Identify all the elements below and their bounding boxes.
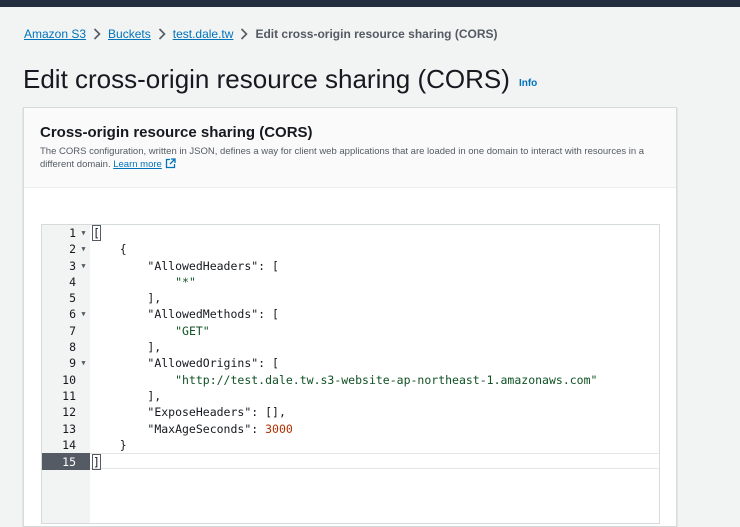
line-number: 5 [69,291,76,306]
code-text: "GET" [92,323,210,339]
code-text: "AllowedOrigins": [ [92,355,279,371]
code-line[interactable]: 1 ▼[ [42,225,659,241]
code-token: : [ [258,356,279,371]
code-line[interactable]: 8 ], [42,339,659,355]
code-token: ], [92,291,162,306]
page-header: Edit cross-origin resource sharing (CORS… [23,62,537,96]
breadcrumb-bucket-name[interactable]: test.dale.tw [173,27,234,41]
code-text: } [92,437,127,453]
code-text: ], [92,290,161,306]
code-token: ], [92,388,162,403]
fold-toggle-icon[interactable]: ▼ [79,241,88,257]
line-number: 15 [62,455,76,470]
code-token: ] [92,454,101,471]
code-token: : [], [251,405,286,420]
code-str: "*" [175,274,196,289]
code-token: ], [92,340,162,355]
code-line[interactable]: 14 } [42,437,659,453]
cors-json-editor[interactable]: 1 ▼[2 ▼ {3 ▼ "AllowedHeaders": [4 "*" 5 ], 6 ▼… [41,224,660,524]
code-key: "AllowedHeaders" [147,258,259,273]
fold-toggle-icon[interactable]: ▼ [79,258,88,274]
panel-title: Cross-origin resource sharing (CORS) [40,124,313,141]
code-key: "MaxAgeSeconds" [147,421,252,436]
breadcrumb-amazon-s3[interactable]: Amazon S3 [24,27,86,41]
code-text: "MaxAgeSeconds": 3000 [92,421,293,437]
code-line[interactable]: 5 ], [42,290,659,306]
code-text: ], [92,388,161,404]
code-line[interactable]: 15] [42,453,659,471]
code-text: [ [92,225,101,241]
console-top-bar [0,0,740,7]
code-token: { [92,242,127,257]
code-token: [ [92,225,101,241]
breadcrumb: Amazon S3 Buckets test.dale.tw Edit cros… [24,26,497,42]
fold-toggle-icon[interactable]: ▼ [79,355,88,371]
breadcrumb-current: Edit cross-origin resource sharing (CORS… [255,27,498,41]
code-line[interactable]: 3 ▼ "AllowedHeaders": [ [42,258,659,274]
code-str: "GET" [175,323,210,338]
code-text: ], [92,339,161,355]
code-text: "*" [92,274,196,290]
code-text: "AllowedMethods": [ [92,306,279,322]
code-line[interactable]: 10 "http://test.dale.tw.s3-website-ap-no… [42,372,659,388]
chevron-right-icon [233,26,255,42]
code-text: { [92,241,127,257]
code-line[interactable]: 12 "ExposeHeaders": [], [42,404,659,420]
code-lines: 1 ▼[2 ▼ {3 ▼ "AllowedHeaders": [4 "*" 5 ], 6 ▼… [42,225,659,471]
info-link[interactable]: Info [519,78,537,89]
code-token: : [ [258,307,279,322]
code-line[interactable]: 6 ▼ "AllowedMethods": [ [42,306,659,322]
line-number: 7 [69,323,76,338]
panel-header: Cross-origin resource sharing (CORS) The… [24,108,676,188]
external-link-icon[interactable] [165,158,176,173]
code-line[interactable]: 4 "*" [42,274,659,290]
code-token: : [251,421,266,436]
page-title: Edit cross-origin resource sharing (CORS… [23,63,510,94]
line-number: 13 [62,421,76,436]
breadcrumb-buckets[interactable]: Buckets [108,27,151,41]
panel-description: The CORS configuration, written in JSON,… [40,145,670,173]
line-number: 10 [62,372,76,387]
chevron-right-icon [151,26,173,42]
code-text: "ExposeHeaders": [], [92,404,286,420]
code-str: "http://test.dale.tw.s3-website-ap-north… [175,372,598,387]
code-line[interactable]: 7 "GET" [42,323,659,339]
learn-more-link[interactable]: Learn more [113,159,162,170]
line-number: 2 [69,242,76,257]
fold-toggle-icon[interactable]: ▼ [79,225,88,241]
chevron-right-icon [86,26,108,42]
cors-panel: Cross-origin resource sharing (CORS) The… [23,107,677,527]
line-number: 8 [69,340,76,355]
code-line[interactable]: 11 ], [42,388,659,404]
code-token: } [92,437,127,452]
code-text: "http://test.dale.tw.s3-website-ap-north… [92,372,597,388]
line-number: 6 [69,307,76,322]
code-key: "AllowedOrigins" [147,356,259,371]
line-number: 14 [62,437,76,452]
line-number: 9 [69,356,76,371]
code-line[interactable]: 9 ▼ "AllowedOrigins": [ [42,355,659,371]
code-key: "ExposeHeaders" [147,405,252,420]
line-number: 4 [69,274,76,289]
line-number: 3 [69,258,76,273]
fold-toggle-icon[interactable]: ▼ [79,306,88,322]
line-number: 11 [62,388,76,403]
code-line[interactable]: 13 "MaxAgeSeconds": 3000 [42,421,659,437]
code-key: "AllowedMethods" [147,307,259,322]
code-token: : [ [258,258,279,273]
code-line[interactable]: 2 ▼ { [42,241,659,257]
line-number: 12 [62,405,76,420]
code-num: 3000 [265,421,293,436]
code-text: "AllowedHeaders": [ [92,258,279,274]
code-text: ] [92,454,101,471]
line-number: 1 [69,226,76,240]
